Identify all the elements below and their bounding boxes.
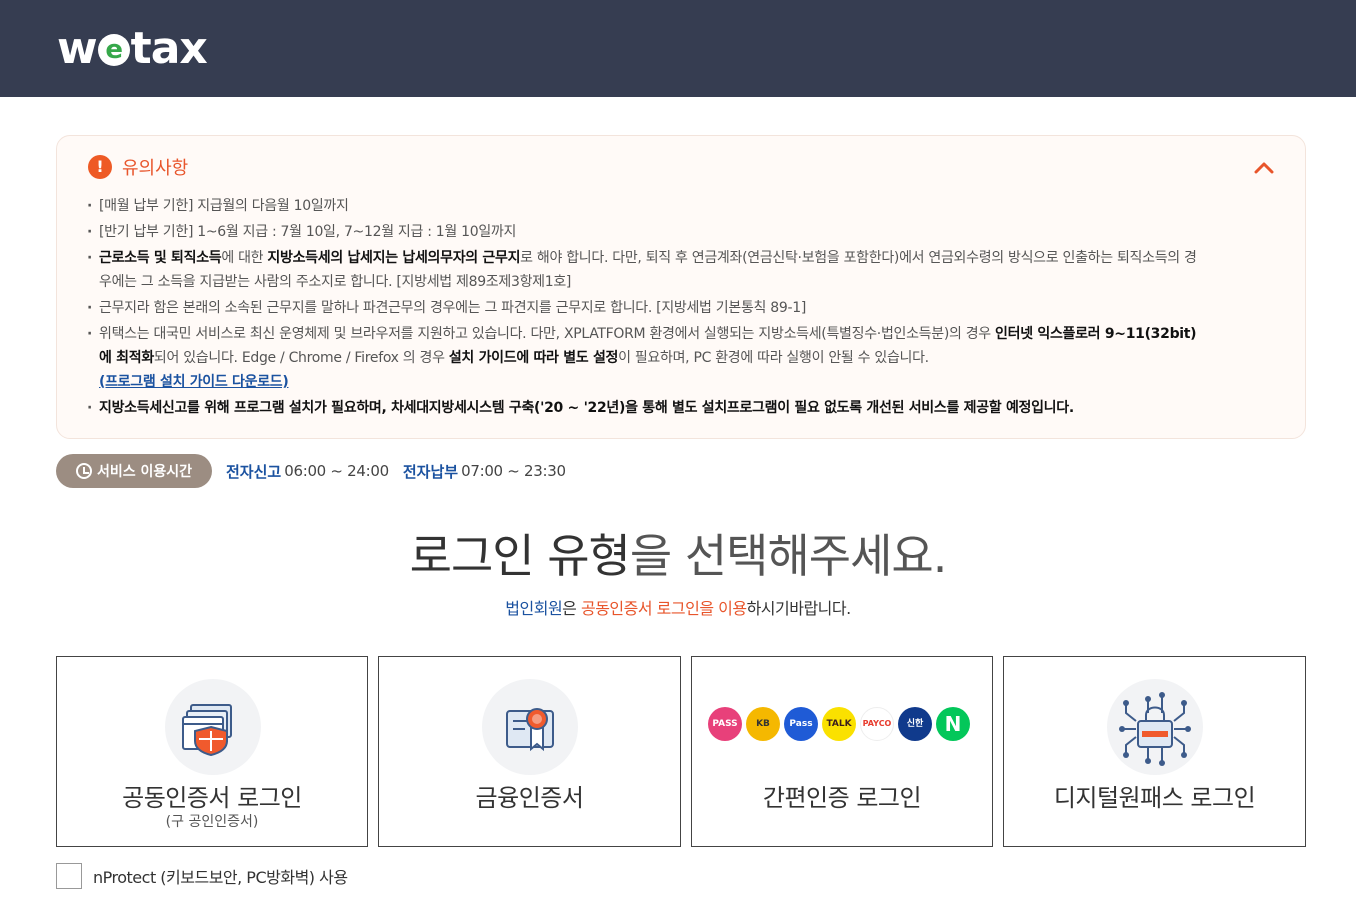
card-label: 간편인증 로그인 <box>762 784 922 812</box>
service-hours-badge: 서비스 이용시간 <box>56 454 212 488</box>
e-payment-label: 전자납부 <box>402 462 459 481</box>
certificate-shield-icon <box>182 704 232 757</box>
notice-panel: ! 유의사항 [매월 납부 기한] 지급월의 다음월 10일까지 [반기 납부 … <box>56 135 1306 439</box>
notice-item-taxplace: 근로소득 및 퇴직소득에 대한 지방소득세의 납세지는 납세의무자의 근무지로 … <box>87 246 1207 294</box>
notice-item-workplace: 근무지라 함은 본래의 소속된 근무지를 말하나 파견근무의 경우에는 그 파견… <box>87 296 1207 320</box>
pass-icon: PASS <box>708 707 742 741</box>
title-rest: 을 선택해주세요. <box>629 529 947 583</box>
logo-text-right: tax <box>130 22 208 74</box>
subtitle-text: 은 <box>562 599 581 618</box>
nprotect-checkbox[interactable] <box>56 863 82 889</box>
notice-item-browser: 위택스는 대국민 서비스로 최신 운영체제 및 브라우저를 지원하고 있습니다.… <box>87 322 1207 394</box>
top-header: w e tax <box>0 0 1356 97</box>
joint-certificate-login-card[interactable]: 공동인증서 로그인 (구 공인인증서) <box>56 656 368 847</box>
service-hours-label: 서비스 이용시간 <box>96 464 193 480</box>
simple-auth-login-card[interactable]: PASS KB Pass TALK PAYCO 신한 N 간편인증 로그인 <box>691 656 993 847</box>
naver-icon: N <box>936 707 970 741</box>
financial-certificate-icon <box>506 708 554 752</box>
install-guide-download-link[interactable]: (프로그램 설치 가이드 다운로드) <box>99 374 289 390</box>
digital-lock-network-icon <box>1119 692 1191 766</box>
chevron-up-icon[interactable] <box>1253 157 1275 179</box>
financial-certificate-card[interactable]: 금융인증서 <box>378 656 681 847</box>
subtitle-corporate: 법인회원 <box>505 599 563 618</box>
clock-icon <box>75 463 92 479</box>
card-sublabel: (구 공인인증서) <box>165 814 259 830</box>
e-payment-time: 07:00 ~ 23:30 <box>461 462 566 480</box>
digital-onepass-login-card[interactable]: 디지털원패스 로그인 <box>1003 656 1306 847</box>
notice-item-half: [반기 납부 기한] 1~6월 지급 : 7월 10일, 7~12월 지급 : … <box>87 220 1207 244</box>
service-hours: 서비스 이용시간 전자신고 06:00 ~ 24:00 전자납부 07:00 ~… <box>56 454 566 488</box>
card-label: 디지털원패스 로그인 <box>1053 784 1256 812</box>
notice-list: [매월 납부 기한] 지급월의 다음월 10일까지 [반기 납부 기한] 1~6… <box>87 194 1207 422</box>
login-subtitle: 법인회원은 공동인증서 로그인을 이용하시기바랍니다. <box>0 595 1356 619</box>
card-label: 금융인증서 <box>475 784 584 812</box>
logo-text-left: w <box>57 22 98 74</box>
shinhan-icon: 신한 <box>898 707 932 741</box>
notice-emphasis: 지방소득세의 납세지는 납세의무자의 근무지 <box>267 250 521 266</box>
login-type-title: 로그인 유형을 선택해주세요. <box>0 520 1356 586</box>
nprotect-label: nProtect (키보드보안, PC방화벽) 사용 <box>93 868 348 887</box>
simple-auth-provider-icons: PASS KB Pass TALK PAYCO 신한 N <box>708 707 974 741</box>
wetax-logo[interactable]: w e tax <box>57 22 208 74</box>
payco-icon: PAYCO <box>860 707 894 741</box>
logo-e-mark-icon: e <box>97 34 130 66</box>
title-emphasis: 로그인 유형 <box>409 529 631 583</box>
samsung-pass-icon: Pass <box>784 707 818 741</box>
notice-text: 에 대한 <box>221 250 268 266</box>
notice-emphasis: 설치 가이드에 따라 별도 설정 <box>448 350 619 366</box>
notice-item-program: 지방소득세신고를 위해 프로그램 설치가 필요하며, 차세대지방세시스템 구축(… <box>87 396 1207 420</box>
subtitle-text-end: 하시기바랍니다. <box>746 599 852 618</box>
notice-header: ! 유의사항 <box>88 154 188 180</box>
notice-emphasis: 근로소득 및 퇴직소득 <box>99 250 222 266</box>
alert-icon: ! <box>88 155 112 179</box>
kb-icon: KB <box>746 707 780 741</box>
notice-item-monthly: [매월 납부 기한] 지급월의 다음월 10일까지 <box>87 194 1207 218</box>
e-filing-time: 06:00 ~ 24:00 <box>284 462 389 480</box>
notice-title: 유의사항 <box>122 158 189 179</box>
kakao-talk-icon: TALK <box>822 707 856 741</box>
notice-text: 이 필요하며, PC 환경에 따라 실행이 안될 수 있습니다. <box>618 350 929 366</box>
subtitle-cert-login: 공동인증서 로그인을 이용 <box>580 599 747 618</box>
card-label: 공동인증서 로그인 <box>122 784 302 812</box>
e-filing-label: 전자신고 <box>226 462 282 481</box>
nprotect-option[interactable]: nProtect (키보드보안, PC방화벽) 사용 <box>56 863 348 889</box>
notice-text: 되어 있습니다. Edge / Chrome / Firefox 의 경우 <box>153 350 449 366</box>
notice-text: 위택스는 대국민 서비스로 최신 운영체제 및 브라우저를 지원하고 있습니다.… <box>99 326 996 342</box>
